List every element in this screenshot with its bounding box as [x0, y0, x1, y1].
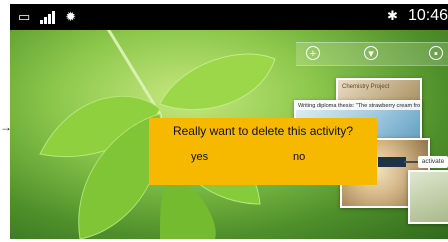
- activate-connector: [404, 161, 418, 163]
- activate-button[interactable]: activate: [418, 156, 448, 168]
- activity-card-small[interactable]: [408, 170, 448, 224]
- notification-icon: ✹: [65, 9, 77, 24]
- delete-confirm-dialog: Really want to delete this activity? yes…: [149, 118, 377, 185]
- grid-icon[interactable]: ▪: [429, 46, 443, 60]
- no-button[interactable]: no: [293, 151, 305, 163]
- activity-toolbar: + ▾ ▪: [296, 42, 448, 66]
- add-icon[interactable]: +: [306, 46, 320, 60]
- battery-icon: ▭: [18, 9, 31, 24]
- dialog-message: Really want to delete this activity?: [172, 124, 354, 138]
- signal-icon: [40, 10, 56, 24]
- card-caption: Writing diploma thesis: "The strawberry …: [296, 102, 420, 110]
- card-info-strip: [378, 157, 406, 167]
- status-time: 10:46: [407, 7, 448, 24]
- bluetooth-icon: ✱: [387, 8, 398, 23]
- card-caption: Chemistry Project: [342, 84, 390, 90]
- status-bar: ▭ ✹ ✱ 10:46: [10, 4, 448, 30]
- filter-icon[interactable]: ▾: [364, 46, 378, 60]
- yes-button[interactable]: yes: [191, 151, 208, 163]
